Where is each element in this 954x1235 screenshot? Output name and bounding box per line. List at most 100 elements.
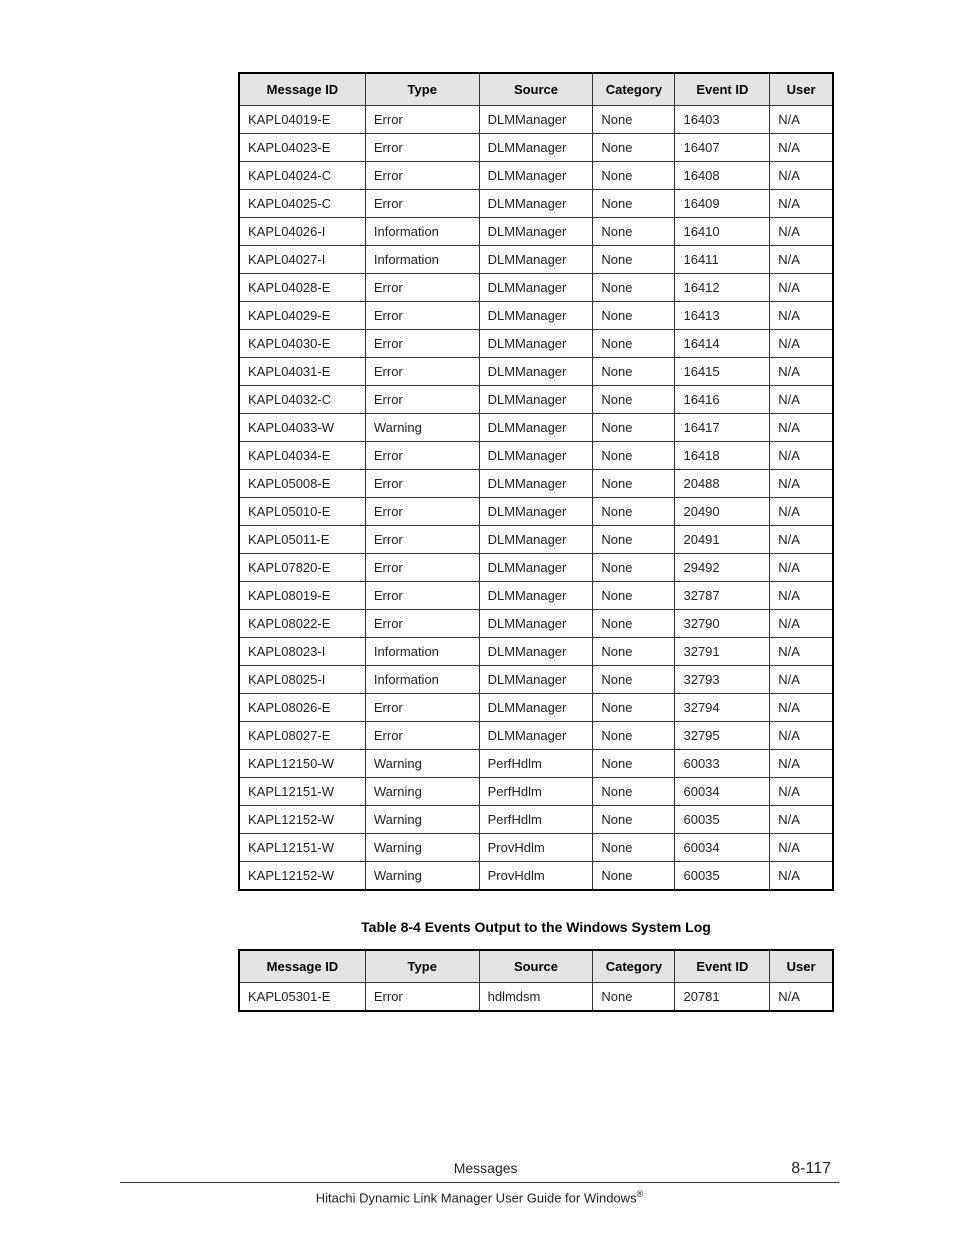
table-cell: Warning [365,834,479,862]
header-user: User [770,950,833,983]
table-row: KAPL04023-EErrorDLMManagerNone16407N/A [239,134,833,162]
table-cell: 60034 [675,834,770,862]
table-cell: KAPL08023-I [239,638,365,666]
table-cell: None [593,246,675,274]
table-cell: PerfHdlm [479,750,593,778]
table-cell: None [593,862,675,891]
footer-section-title: Messages [180,1160,791,1176]
table-cell: None [593,983,675,1012]
table-cell: Information [365,666,479,694]
table-cell: 29492 [675,554,770,582]
table-cell: KAPL04025-C [239,190,365,218]
table-row: KAPL08023-IInformationDLMManagerNone3279… [239,638,833,666]
table-cell: Error [365,610,479,638]
table-cell: None [593,106,675,134]
table-header-row: Message ID Type Source Category Event ID… [239,73,833,106]
table-cell: KAPL12150-W [239,750,365,778]
table-cell: DLMManager [479,610,593,638]
table-cell: None [593,666,675,694]
table-cell: KAPL04024-C [239,162,365,190]
table-cell: N/A [770,554,833,582]
table-cell: 60033 [675,750,770,778]
registered-trademark-icon: ® [637,1189,644,1199]
table-cell: DLMManager [479,330,593,358]
table-cell: PerfHdlm [479,806,593,834]
table-cell: Error [365,582,479,610]
table-cell: KAPL04032-C [239,386,365,414]
table-cell: DLMManager [479,470,593,498]
table-cell: None [593,218,675,246]
table-cell: None [593,778,675,806]
table-row: KAPL04019-EErrorDLMManagerNone16403N/A [239,106,833,134]
table-cell: DLMManager [479,638,593,666]
table-cell: Warning [365,778,479,806]
table-row: KAPL05008-EErrorDLMManagerNone20488N/A [239,470,833,498]
table-cell: N/A [770,750,833,778]
table-cell: 16403 [675,106,770,134]
table-row: KAPL04031-EErrorDLMManagerNone16415N/A [239,358,833,386]
table-cell: N/A [770,302,833,330]
table-row: KAPL12151-WWarningProvHdlmNone60034N/A [239,834,833,862]
table-cell: Error [365,190,479,218]
table-cell: KAPL04034-E [239,442,365,470]
table-cell: N/A [770,582,833,610]
table-row: KAPL12151-WWarningPerfHdlmNone60034N/A [239,778,833,806]
table-cell: DLMManager [479,442,593,470]
table-cell: DLMManager [479,134,593,162]
table-cell: N/A [770,862,833,891]
table-cell: DLMManager [479,274,593,302]
table-cell: PerfHdlm [479,778,593,806]
table-cell: KAPL04031-E [239,358,365,386]
table-cell: None [593,414,675,442]
table-cell: Error [365,554,479,582]
table-cell: DLMManager [479,218,593,246]
table-8-4-caption: Table 8-4 Events Output to the Windows S… [238,919,834,935]
table-cell: N/A [770,498,833,526]
table-row: KAPL08027-EErrorDLMManagerNone32795N/A [239,722,833,750]
table-cell: N/A [770,470,833,498]
table-cell: None [593,330,675,358]
table-cell: KAPL08025-I [239,666,365,694]
table-cell: KAPL05301-E [239,983,365,1012]
table-row: KAPL04027-IInformationDLMManagerNone1641… [239,246,833,274]
table-cell: None [593,442,675,470]
table-cell: Warning [365,806,479,834]
table-cell: 20491 [675,526,770,554]
table-cell: None [593,274,675,302]
table-cell: N/A [770,694,833,722]
table-cell: Error [365,358,479,386]
table-cell: None [593,526,675,554]
table-cell: KAPL12152-W [239,862,365,891]
table-cell: KAPL05010-E [239,498,365,526]
table-cell: Error [365,722,479,750]
table-cell: DLMManager [479,246,593,274]
table-cell: 20488 [675,470,770,498]
event-log-table-2: Message ID Type Source Category Event ID… [238,949,834,1012]
table-cell: Error [365,134,479,162]
table-cell: KAPL12151-W [239,834,365,862]
table-row: KAPL04032-CErrorDLMManagerNone16416N/A [239,386,833,414]
table-cell: KAPL08026-E [239,694,365,722]
table-row: KAPL04029-EErrorDLMManagerNone16413N/A [239,302,833,330]
table-row: KAPL04030-EErrorDLMManagerNone16414N/A [239,330,833,358]
table-cell: N/A [770,610,833,638]
table-cell: Information [365,246,479,274]
header-source: Source [479,73,593,106]
table-cell: DLMManager [479,582,593,610]
table-cell: KAPL05011-E [239,526,365,554]
table-cell: DLMManager [479,694,593,722]
table-cell: N/A [770,106,833,134]
table-cell: 16407 [675,134,770,162]
table-cell: N/A [770,358,833,386]
table-cell: None [593,302,675,330]
header-event-id: Event ID [675,950,770,983]
page-footer: Messages 8-117 Hitachi Dynamic Link Mana… [120,1160,839,1205]
table-cell: KAPL08022-E [239,610,365,638]
table-cell: Error [365,470,479,498]
table-row: KAPL12152-WWarningPerfHdlmNone60035N/A [239,806,833,834]
header-event-id: Event ID [675,73,770,106]
table-cell: 20490 [675,498,770,526]
table-cell: N/A [770,778,833,806]
table-cell: 32790 [675,610,770,638]
table-cell: Error [365,694,479,722]
